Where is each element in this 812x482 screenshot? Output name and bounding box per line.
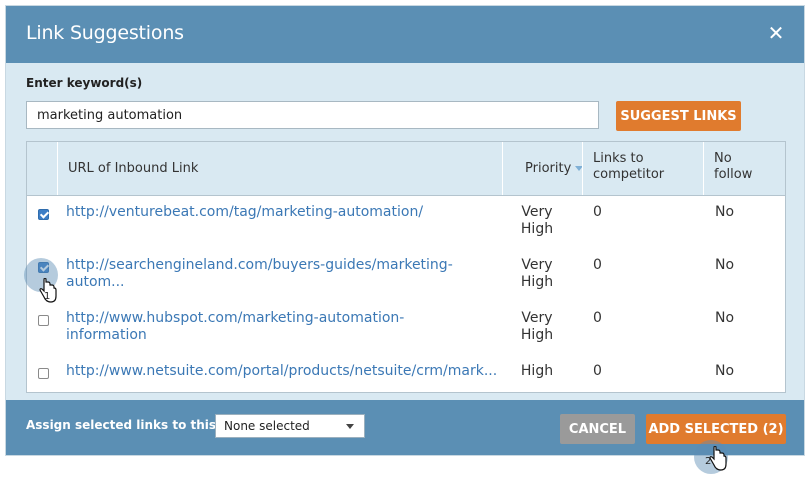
table-row: http://www.netsuite.com/portal/products/…: [27, 355, 785, 392]
table-header: URL of Inbound Link Priority Links to co…: [27, 142, 785, 196]
nofollow-value: No: [715, 257, 735, 273]
row-checkbox[interactable]: [38, 368, 49, 379]
list-select-value: None selected: [224, 419, 310, 433]
keyword-label: Enter keyword(s): [26, 76, 143, 90]
list-select[interactable]: None selected: [215, 414, 365, 438]
step-number: 1: [44, 291, 51, 302]
assign-list-label: Assign selected links to this list:: [26, 418, 247, 432]
priority-value: Very High: [520, 204, 554, 237]
priority-column-header[interactable]: Priority: [502, 142, 584, 195]
link-suggestions-dialog: Link Suggestions ✕ Enter keyword(s) SUGG…: [6, 6, 804, 455]
table-row: http://venturebeat.com/tag/marketing-aut…: [27, 196, 785, 250]
inbound-link-url[interactable]: http://venturebeat.com/tag/marketing-aut…: [66, 204, 466, 221]
keyword-input[interactable]: [26, 101, 599, 129]
chevron-down-icon: [346, 424, 354, 429]
inbound-link-url[interactable]: http://searchengineland.com/buyers-guide…: [66, 257, 466, 291]
links-column-label: Links to competitor: [593, 151, 665, 182]
select-column-header: [27, 142, 57, 195]
nofollow-column-label: No follow: [714, 151, 753, 182]
priority-value: High: [520, 363, 554, 379]
links-to-competitor-value: 0: [593, 310, 602, 326]
add-selected-button[interactable]: ADD SELECTED (2): [646, 414, 786, 444]
priority-value: Very High: [520, 257, 554, 290]
row-checkbox[interactable]: [38, 209, 49, 220]
links-to-competitor-value: 0: [593, 363, 602, 379]
dialog-footer: Assign selected links to this list: None…: [6, 400, 804, 455]
suggestions-table: URL of Inbound Link Priority Links to co…: [26, 141, 786, 393]
nofollow-value: No: [715, 204, 735, 220]
step-number: 2: [705, 456, 712, 467]
nofollow-value: No: [715, 363, 735, 379]
dialog-title: Link Suggestions: [26, 22, 184, 44]
url-column-label: URL of Inbound Link: [68, 161, 199, 176]
links-to-competitor-value: 0: [593, 204, 602, 220]
links-to-competitor-value: 0: [593, 257, 602, 273]
dialog-titlebar: Link Suggestions ✕: [6, 6, 804, 63]
table-row: http://www.hubspot.com/marketing-automat…: [27, 302, 785, 356]
priority-column-label: Priority: [525, 161, 572, 176]
nofollow-column-header: No follow: [703, 142, 785, 195]
inbound-link-url[interactable]: http://www.hubspot.com/marketing-automat…: [66, 310, 466, 344]
priority-value: Very High: [520, 310, 554, 343]
table-row: http://searchengineland.com/buyers-guide…: [27, 249, 785, 303]
url-column-header: URL of Inbound Link: [57, 142, 502, 195]
links-column-header: Links to competitor: [582, 142, 703, 195]
nofollow-value: No: [715, 310, 735, 326]
close-icon[interactable]: ✕: [766, 23, 786, 43]
row-checkbox[interactable]: [38, 315, 49, 326]
suggest-links-button[interactable]: SUGGEST LINKS: [616, 101, 741, 131]
cancel-button[interactable]: CANCEL: [560, 414, 635, 444]
inbound-link-url[interactable]: http://www.netsuite.com/portal/products/…: [66, 363, 497, 380]
